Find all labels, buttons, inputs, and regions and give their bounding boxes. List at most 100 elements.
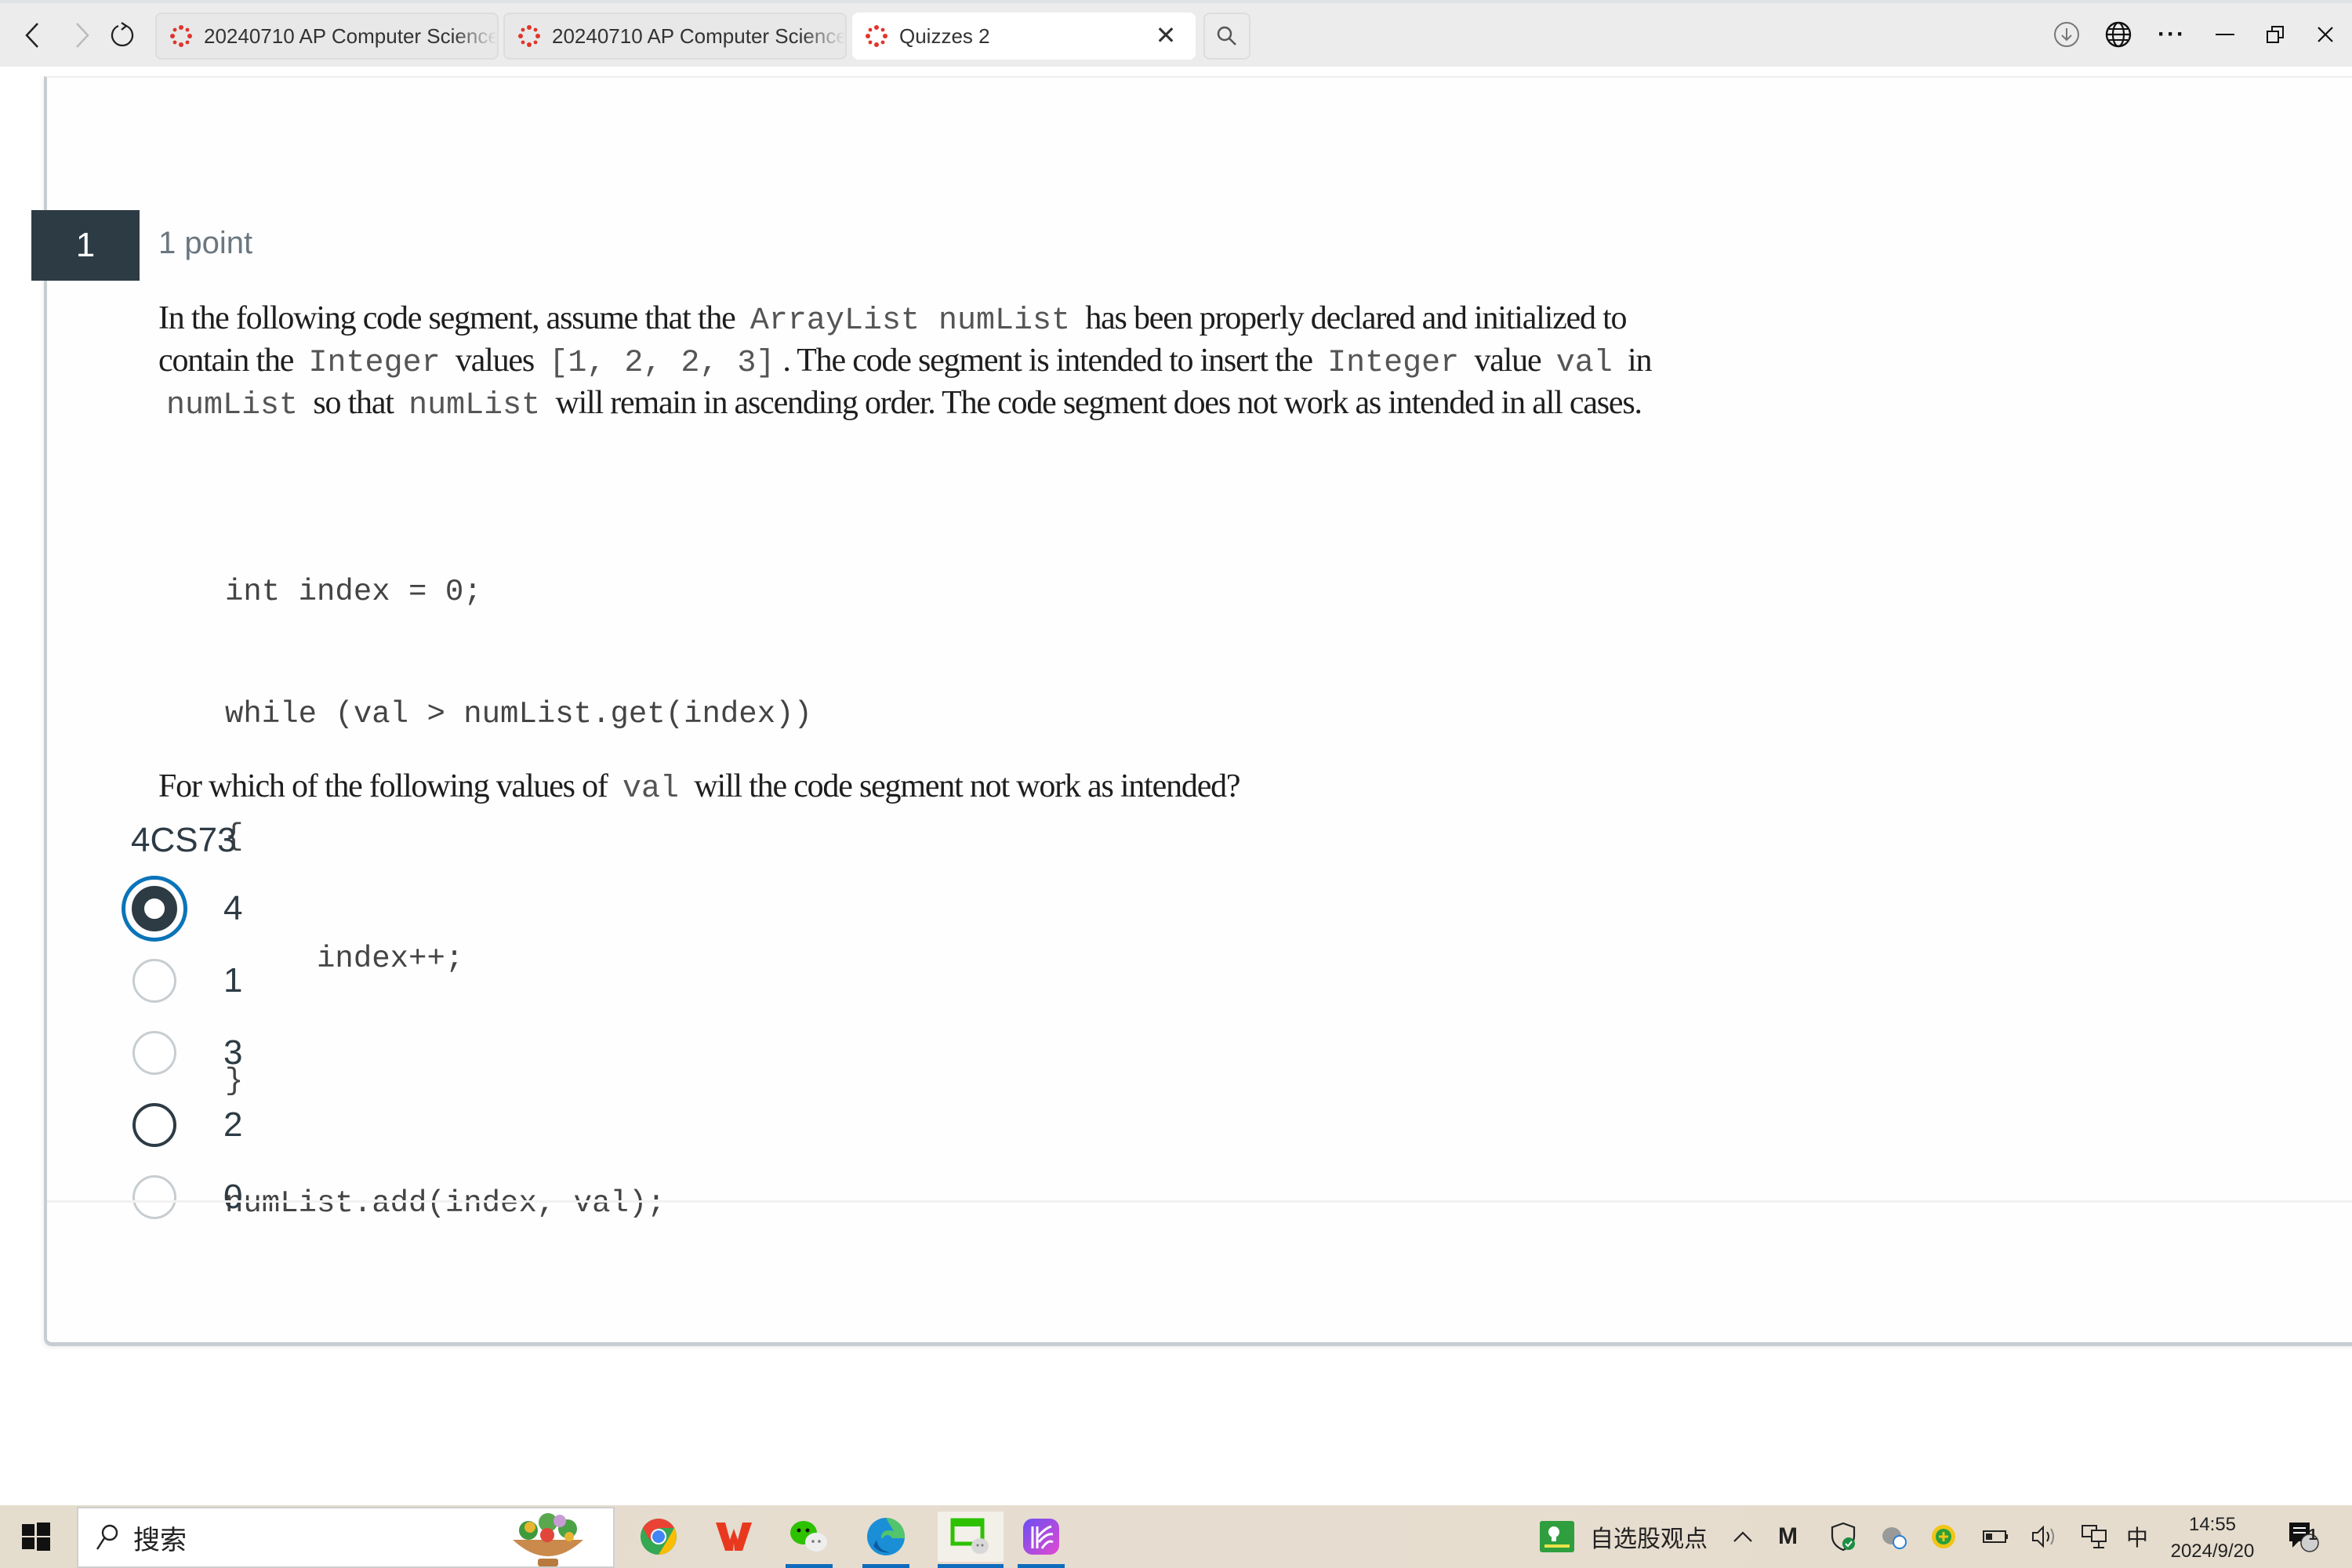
- tray-battery[interactable]: [1982, 1505, 2009, 1568]
- tray-volume[interactable]: [2031, 1505, 2059, 1568]
- restore-button[interactable]: [2252, 14, 2299, 55]
- taskbar-app-kuake[interactable]: [1014, 1512, 1068, 1568]
- radio-circle: [132, 1031, 176, 1075]
- canvas-lms-icon: [866, 25, 887, 47]
- question-prompt: For which of the following values of val…: [158, 768, 1241, 807]
- question-code-label: 4CS73: [131, 821, 237, 859]
- text-fragment: in: [1628, 343, 1652, 379]
- refresh-button[interactable]: [103, 16, 143, 55]
- inline-code: Integer: [1327, 346, 1460, 381]
- wechat-icon: [790, 1521, 827, 1552]
- taskbar-app-wechat-screen[interactable]: [938, 1512, 1004, 1568]
- notification-center-button[interactable]: 1: [2286, 1505, 2321, 1568]
- chrome-icon: [641, 1519, 677, 1555]
- code-line: }: [225, 1064, 244, 1098]
- canvas-lms-icon: [170, 25, 192, 47]
- tray-security[interactable]: [1830, 1505, 1857, 1568]
- translate-button[interactable]: [2095, 14, 2142, 55]
- chevron-up-icon: [1733, 1531, 1752, 1542]
- chevron-right-icon: [76, 23, 89, 48]
- question-number: 1: [31, 210, 140, 281]
- battery-icon: [1983, 1530, 2008, 1543]
- answer-option[interactable]: 1: [122, 945, 242, 1017]
- page-content: 1 1 point In the following code segment,…: [0, 67, 2352, 1505]
- minimize-button[interactable]: [2201, 14, 2249, 55]
- network-icon: [2082, 1525, 2107, 1548]
- search-icon: [96, 1524, 118, 1550]
- more-menu-button[interactable]: ···: [2148, 14, 2195, 55]
- globe-icon: [2105, 21, 2132, 48]
- close-tab-button[interactable]: ✕: [1150, 20, 1181, 50]
- download-icon: [2054, 22, 2079, 47]
- tray-plus-app[interactable]: [1930, 1505, 1957, 1568]
- tray-m-app[interactable]: M: [1778, 1505, 1798, 1568]
- tab-ap-computer-science-2[interactable]: 20240710 AP Computer Science: [503, 13, 847, 60]
- taskbar-app-wps[interactable]: [707, 1512, 760, 1562]
- downloads-button[interactable]: [2043, 14, 2090, 55]
- tab-search-button[interactable]: [1203, 13, 1250, 60]
- running-indicator: [938, 1564, 1004, 1568]
- radio-button[interactable]: [122, 1164, 187, 1230]
- code-line: numList.add(index, val);: [225, 1186, 666, 1221]
- text-fragment: will the code segment not work as intend…: [694, 768, 1240, 804]
- text-fragment: For which of the following values of: [158, 768, 608, 804]
- text-fragment: so that: [313, 385, 394, 421]
- security-shield-icon: [1831, 1522, 1856, 1552]
- text-fragment: . The code segment is intended to insert…: [782, 343, 1313, 379]
- windows-start-icon[interactable]: [22, 1523, 50, 1551]
- radio-button-hover[interactable]: [122, 1092, 187, 1158]
- inline-code: numList: [408, 388, 541, 423]
- focus-ring: [122, 876, 187, 942]
- close-window-button[interactable]: [2302, 14, 2349, 55]
- browser-tab-bar: 20240710 AP Computer Science 20240710 AP…: [0, 0, 2352, 67]
- answer-option[interactable]: 4: [122, 873, 242, 945]
- radio-circle: [132, 959, 176, 1003]
- answer-option[interactable]: 0: [122, 1161, 242, 1233]
- card-divider: [47, 1200, 2352, 1203]
- answer-option[interactable]: 2: [122, 1089, 242, 1161]
- text-fragment: values: [455, 343, 535, 379]
- refresh-icon: [111, 22, 134, 47]
- m-app-icon: M: [1778, 1523, 1798, 1549]
- forward-button[interactable]: [63, 16, 102, 55]
- stock-widget-icon: [1540, 1521, 1574, 1552]
- code-line: {: [225, 819, 244, 854]
- back-button[interactable]: [13, 16, 52, 55]
- minimize-icon: [2216, 34, 2234, 35]
- canvas-lms-icon: [518, 25, 540, 47]
- inline-code: numList: [166, 388, 299, 423]
- answer-label: 1: [223, 961, 243, 1000]
- clock-time: 14:55: [2188, 1514, 2237, 1535]
- inline-code: Integer: [308, 346, 441, 381]
- taskbar-app-edge[interactable]: [859, 1512, 913, 1568]
- close-icon: [2318, 27, 2333, 42]
- show-hidden-icons-button[interactable]: [1733, 1505, 1753, 1568]
- answer-label: 0: [223, 1178, 243, 1216]
- taskbar-app-chrome[interactable]: [632, 1512, 685, 1562]
- taskbar-app-wechat[interactable]: [782, 1512, 836, 1568]
- taskbar-clock[interactable]: 14:55 2024/9/20: [2158, 1512, 2267, 1565]
- radio-button[interactable]: [122, 948, 187, 1014]
- tab-quizzes-2[interactable]: Quizzes 2 ✕: [852, 13, 1196, 60]
- tray-ime[interactable]: 中: [2126, 1505, 2148, 1568]
- text-fragment: value: [1474, 343, 1541, 379]
- answer-options: 4 1 3 2 0: [122, 873, 242, 1233]
- flower-bowl-icon: [513, 1513, 583, 1566]
- taskbar-search-box[interactable]: 搜索: [77, 1507, 615, 1568]
- tray-network[interactable]: [2081, 1505, 2107, 1568]
- radio-button-selected[interactable]: [122, 876, 187, 942]
- answer-label: 3: [223, 1033, 243, 1072]
- tab-ap-computer-science-1[interactable]: 20240710 AP Computer Science: [155, 13, 499, 60]
- stock-widget[interactable]: 自选股观点: [1540, 1505, 1708, 1568]
- tray-cloud-sync[interactable]: [1880, 1505, 1908, 1568]
- wps-office-icon: [716, 1523, 752, 1551]
- code-line: while (val > numList.get(index)): [225, 697, 812, 731]
- close-icon: ✕: [1155, 21, 1177, 49]
- radio-button[interactable]: [122, 1020, 187, 1086]
- radio-circle: [132, 1103, 176, 1147]
- code-line: int index = 0;: [225, 575, 482, 609]
- more-dots-icon: ···: [2158, 21, 2186, 47]
- chevron-left-icon: [25, 23, 38, 48]
- answer-option[interactable]: 3: [122, 1017, 242, 1089]
- restore-icon: [2267, 26, 2284, 43]
